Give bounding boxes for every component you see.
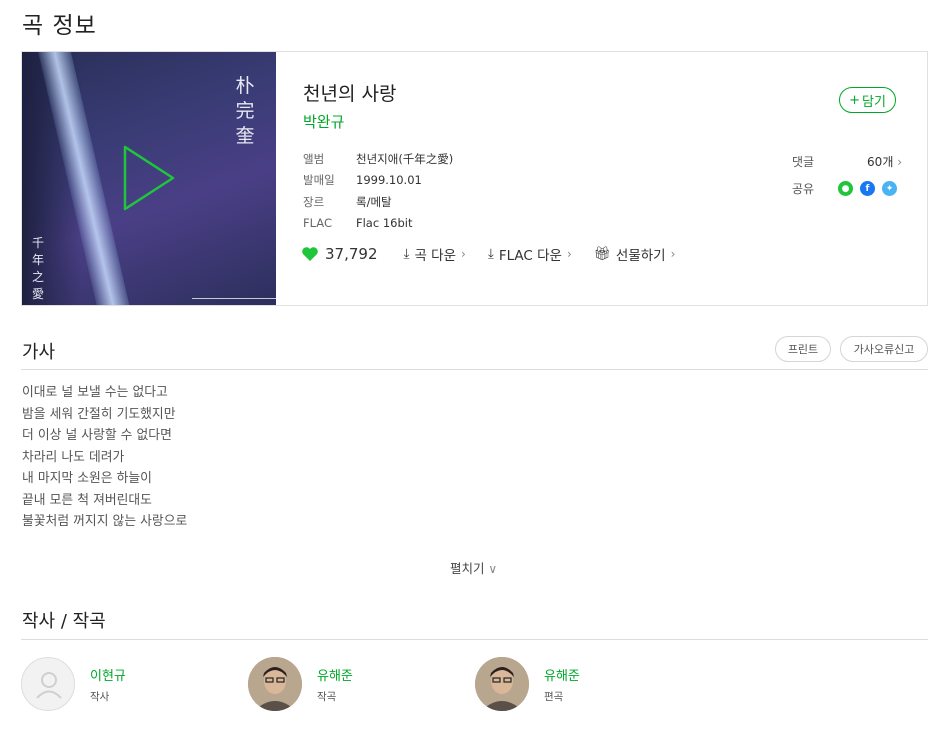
melon-friend-icon[interactable]: ● <box>838 181 853 196</box>
lyric-line: 불꽃처럼 꺼지지 않는 사랑으로 <box>22 514 188 529</box>
meta-label-release: 발매일 <box>303 173 335 188</box>
chevron-right-icon: › <box>461 247 466 261</box>
credits-title: 작사 / 작곡 <box>22 611 106 632</box>
song-meta: 앨범 천년지애(千年之愛) 발매일 1999.10.01 장르 록/메탈 FLAC Fl… <box>303 148 453 234</box>
credit-item[interactable]: 유해준 편곡 <box>475 657 702 711</box>
gift-icon: 🎁︎ <box>593 246 611 262</box>
meta-label-album: 앨범 <box>303 151 325 166</box>
credit-item[interactable]: 유해준 작곡 <box>248 657 475 711</box>
lyric-line: 이대로 널 보낼 수는 없다고 <box>22 385 168 400</box>
heart-icon <box>302 247 318 261</box>
lyrics-text: 이대로 널 보낼 수는 없다고 밤을 세워 간절히 기도했지만 더 이상 널 사… <box>22 382 187 533</box>
expand-lyrics-button[interactable]: 펼치기 ∨ <box>450 558 497 577</box>
song-info-box: 朴完奎 千年之愛 천년의 사랑 박완규 + 담기 앨범 천년지애(千年之愛) 발매… <box>21 51 928 306</box>
like-count: 37,792 <box>325 245 378 263</box>
add-button[interactable]: + 담기 <box>839 87 896 113</box>
credit-role: 작사 <box>90 690 110 703</box>
meta-genre: 록/메탈 <box>356 194 392 209</box>
credit-role: 작곡 <box>317 690 337 703</box>
artist-link[interactable]: 박완규 <box>303 111 344 132</box>
download-icon: ⤓ <box>487 246 494 262</box>
cover-album-hanja: 千年之愛 <box>31 236 44 301</box>
chevron-right-icon: › <box>897 155 902 169</box>
lyric-line: 내 마지막 소원은 하늘이 <box>22 471 152 486</box>
avatar <box>475 657 529 711</box>
page-title: 곡 정보 <box>22 13 97 39</box>
twitter-icon[interactable]: ✦ <box>882 181 897 196</box>
print-button[interactable]: 프린트 <box>775 336 831 362</box>
flac-download-button[interactable]: ⤓ FLAC 다운 › <box>488 244 572 264</box>
lyric-line: 더 이상 널 사랑할 수 없다면 <box>22 428 172 443</box>
credit-name[interactable]: 유해준 <box>544 665 580 684</box>
meta-flac: Flac 16bit <box>356 216 413 231</box>
gift-button[interactable]: 🎁︎ 선물하기 › <box>594 244 676 264</box>
credits-list: 이현규 작사 유해준 작곡 유해준 편곡 <box>21 657 702 711</box>
lyric-line: 끝내 모른 척 져버린대도 <box>22 492 152 508</box>
credit-role: 편곡 <box>544 690 564 703</box>
credit-name[interactable]: 이현규 <box>90 665 126 684</box>
lyrics-title: 가사 <box>22 342 56 363</box>
meta-release-date: 1999.10.01 <box>356 173 422 188</box>
chevron-down-icon: ∨ <box>484 562 498 576</box>
comments-label: 댓글 <box>792 155 815 169</box>
credit-name[interactable]: 유해준 <box>317 665 353 684</box>
side-info: 댓글 60개 › 공유 ● f ✦ <box>792 148 904 202</box>
share-label: 공유 <box>792 182 815 196</box>
meta-label-genre: 장르 <box>303 194 325 209</box>
avatar <box>21 657 75 711</box>
lyric-line: 차라리 나도 데려가 <box>22 449 125 465</box>
song-title: 천년의 사랑 <box>303 83 397 105</box>
lyrics-report-button[interactable]: 가사오류신고 <box>840 336 928 362</box>
album-cover[interactable]: 朴完奎 千年之愛 <box>22 52 276 305</box>
credits-divider <box>21 639 928 640</box>
cover-line <box>192 298 276 299</box>
lyric-line: 밤을 세워 간절히 기도했지만 <box>22 406 176 422</box>
chevron-right-icon: › <box>566 247 572 261</box>
meta-album: 천년지애(千年之愛) <box>356 151 454 166</box>
comments-link[interactable]: 60개 › <box>838 153 902 170</box>
plus-icon: + <box>849 92 860 108</box>
person-photo <box>475 657 529 711</box>
chevron-right-icon: › <box>670 247 676 261</box>
like-button[interactable]: 37,792 <box>301 245 378 263</box>
meta-label-flac: FLAC <box>303 216 332 231</box>
play-icon[interactable] <box>121 143 177 213</box>
credit-item[interactable]: 이현규 작사 <box>21 657 248 711</box>
person-photo <box>248 657 302 711</box>
facebook-icon[interactable]: f <box>860 181 875 196</box>
lyrics-divider <box>21 369 928 370</box>
download-button[interactable]: ⤓ 곡 다운 › <box>404 244 466 264</box>
cover-artist-hanja: 朴完奎 <box>235 75 255 147</box>
default-person-icon <box>36 672 62 699</box>
avatar <box>248 657 302 711</box>
download-icon: ⤓ <box>403 246 410 262</box>
song-actions: 37,792 ⤓ 곡 다운 › ⤓ FLAC 다운 › 🎁︎ 선물하기 › <box>301 244 697 264</box>
